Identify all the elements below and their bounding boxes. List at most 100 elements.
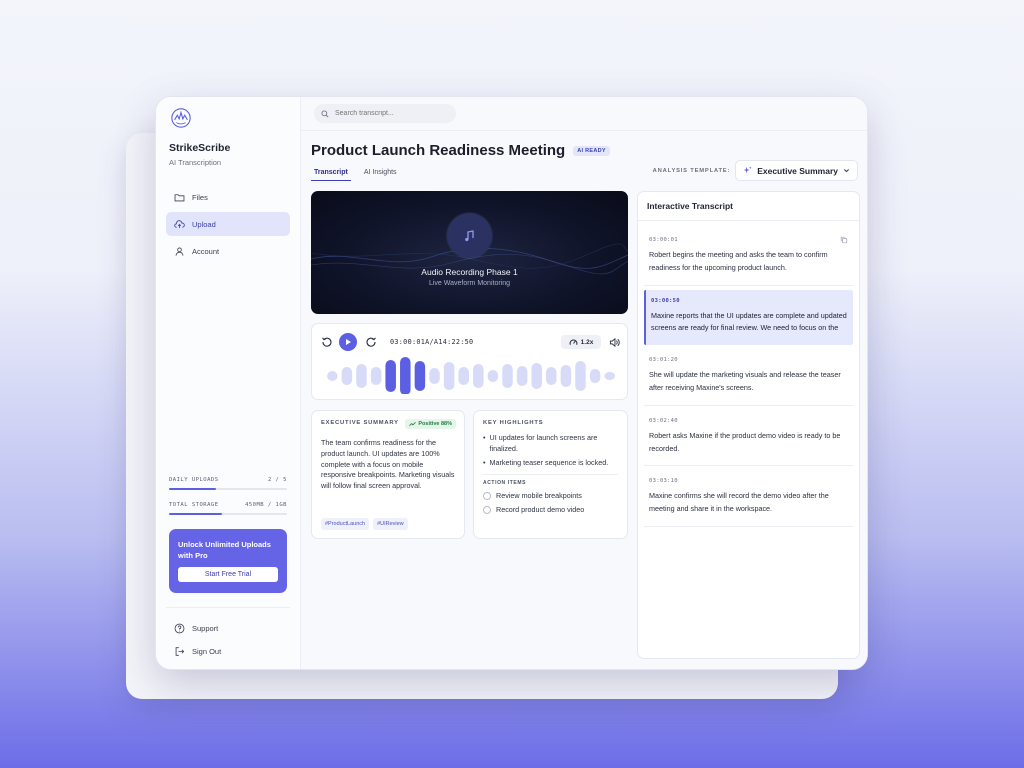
sentiment-badge: Positive 88% xyxy=(405,419,456,429)
transcript-time[interactable]: 03:00:50 xyxy=(651,298,848,304)
waveform-bar xyxy=(385,360,396,392)
summary-text: The team confirms readiness for the prod… xyxy=(321,438,455,491)
waveform-bar xyxy=(341,367,353,385)
play-icon xyxy=(346,339,351,345)
sidebar-item-label: Support xyxy=(192,623,219,633)
highlight-text: Marketing teaser sequence is locked. xyxy=(489,457,609,467)
top-bar xyxy=(301,97,867,131)
tab-transcript[interactable]: Transcript xyxy=(311,167,351,181)
rewind-icon xyxy=(322,337,332,347)
sign-out-icon xyxy=(175,646,185,656)
forward-icon xyxy=(366,337,376,347)
action-items-title: ACTION ITEMS xyxy=(483,474,618,486)
waveform-bar xyxy=(370,367,382,385)
transcript-entry[interactable]: 03:01:20 She will update the marketing v… xyxy=(644,349,853,406)
sidebar-nav: Files Upload Account xyxy=(166,185,290,263)
volume-icon xyxy=(609,337,620,347)
sparkle-icon xyxy=(743,166,752,174)
sidebar-item-support[interactable]: Support xyxy=(166,618,290,638)
daily-uploads-row: DAILY UPLOADS 2 / 5 xyxy=(169,477,287,483)
transcript-entry-active[interactable]: 03:00:50 Maxine reports that the UI upda… xyxy=(644,289,853,346)
copy-icon[interactable] xyxy=(840,236,848,244)
interactive-transcript: Interactive Transcript 03:00:01 Robert b… xyxy=(637,191,860,659)
sidebar-item-account[interactable]: Account xyxy=(166,239,290,263)
transcript-entry[interactable]: 03:00:01 Robert begins the meeting and a… xyxy=(644,229,853,286)
search-icon xyxy=(321,110,329,118)
speedometer-icon xyxy=(569,339,578,345)
waveform-bar xyxy=(473,364,484,388)
recording-preview[interactable]: Audio Recording Phase 1 Live Waveform Mo… xyxy=(311,191,628,314)
transcript-list: 03:00:01 Robert begins the meeting and a… xyxy=(638,221,859,527)
highlights-title: KEY HIGHLIGHTS xyxy=(483,420,544,426)
list-item: • UI updates for launch screens are final… xyxy=(483,433,618,455)
action-item[interactable]: Review mobile breakpoints xyxy=(483,491,618,500)
action-text: Record product demo video xyxy=(496,505,585,515)
audio-player: 03:00:01A/A14:22:50 1.2x xyxy=(311,323,628,400)
waveform-bar xyxy=(604,372,615,380)
search-box[interactable] xyxy=(314,104,456,123)
play-button[interactable] xyxy=(339,333,357,351)
promo-title: Unlock Unlimited Uploads with Pro xyxy=(178,540,271,560)
storage-fill xyxy=(169,513,223,515)
sidebar-item-files[interactable]: Files xyxy=(166,185,290,209)
help-icon xyxy=(174,623,185,633)
waveform-bar xyxy=(516,366,528,386)
action-item[interactable]: Record product demo video xyxy=(483,505,618,514)
sidebar-item-sign-out[interactable]: Sign Out xyxy=(166,641,290,661)
waveform-bar xyxy=(400,357,411,394)
template-select[interactable]: Executive Summary xyxy=(735,160,858,181)
daily-uploads-value: 2 / 5 xyxy=(267,477,287,483)
brand-name: StrikeScribe xyxy=(169,142,231,154)
waveform-bar xyxy=(327,371,338,381)
radio-icon[interactable] xyxy=(483,505,491,514)
tag[interactable]: #UIReview xyxy=(373,518,408,530)
sidebar-item-label: Account xyxy=(192,246,220,256)
transcript-entry[interactable]: 03:03:10 Maxine confirms she will record… xyxy=(644,470,853,527)
transcript-time[interactable]: 03:01:20 xyxy=(649,357,848,363)
timecode: 03:00:01A/A14:22:50 xyxy=(390,338,474,346)
audio-waveform[interactable] xyxy=(325,354,617,394)
waveform-bar xyxy=(458,367,469,385)
storage-bar xyxy=(169,513,287,515)
page-header: Product Launch Readiness Meeting AI READ… xyxy=(311,142,610,159)
waveform-bar xyxy=(589,369,601,383)
usage-meters: DAILY UPLOADS 2 / 5 TOTAL STORAGE 450MB … xyxy=(169,477,287,527)
trend-up-icon xyxy=(409,421,417,427)
transcript-time[interactable]: 03:02:40 xyxy=(649,418,848,424)
waveform-bar xyxy=(429,368,440,384)
waveform-bar xyxy=(443,362,455,390)
transcript-time[interactable]: 03:03:10 xyxy=(649,478,848,484)
action-text: Review mobile breakpoints xyxy=(496,491,582,501)
list-item: • Marketing teaser sequence is locked. xyxy=(483,458,618,469)
sidebar-item-label: Upload xyxy=(192,219,216,229)
forward-button[interactable] xyxy=(364,333,378,351)
waveform-bar xyxy=(356,364,367,388)
transcript-time[interactable]: 03:00:01 xyxy=(649,237,848,243)
storage-row: TOTAL STORAGE 450MB / 1GB xyxy=(169,502,287,508)
cloud-upload-icon xyxy=(174,219,185,228)
daily-uploads-label: DAILY UPLOADS xyxy=(169,477,219,483)
main-content: Product Launch Readiness Meeting AI READ… xyxy=(301,97,867,669)
tab-ai-insights[interactable]: AI Insights xyxy=(361,167,400,181)
tab-bar: Transcript AI Insights xyxy=(311,167,400,181)
waveform-bar xyxy=(575,361,586,391)
speed-control[interactable]: 1.2x xyxy=(561,335,601,349)
rewind-button[interactable] xyxy=(320,333,334,351)
upgrade-promo: Unlock Unlimited Uploads with Pro Start … xyxy=(169,529,287,593)
music-note-icon xyxy=(447,213,492,258)
search-input[interactable] xyxy=(335,110,445,117)
chevron-down-icon xyxy=(843,169,850,173)
start-free-trial-button[interactable]: Start Free Trial xyxy=(178,567,278,582)
volume-button[interactable] xyxy=(607,333,621,351)
transcript-text: Robert begins the meeting and asks the t… xyxy=(649,250,828,272)
waveform-bar xyxy=(502,364,513,388)
transcript-entry[interactable]: 03:02:40 Robert asks Maxine if the produ… xyxy=(644,410,853,467)
sidebar-item-upload[interactable]: Upload xyxy=(166,212,290,236)
sentiment-value: Positive 88% xyxy=(418,421,452,427)
template-value: Executive Summary xyxy=(757,165,838,176)
user-icon xyxy=(175,247,184,256)
tag[interactable]: #ProductLaunch xyxy=(321,518,370,530)
speed-value: 1.2x xyxy=(580,338,594,346)
tag-list: #ProductLaunch #UIReview xyxy=(321,518,408,530)
radio-icon[interactable] xyxy=(483,491,491,500)
